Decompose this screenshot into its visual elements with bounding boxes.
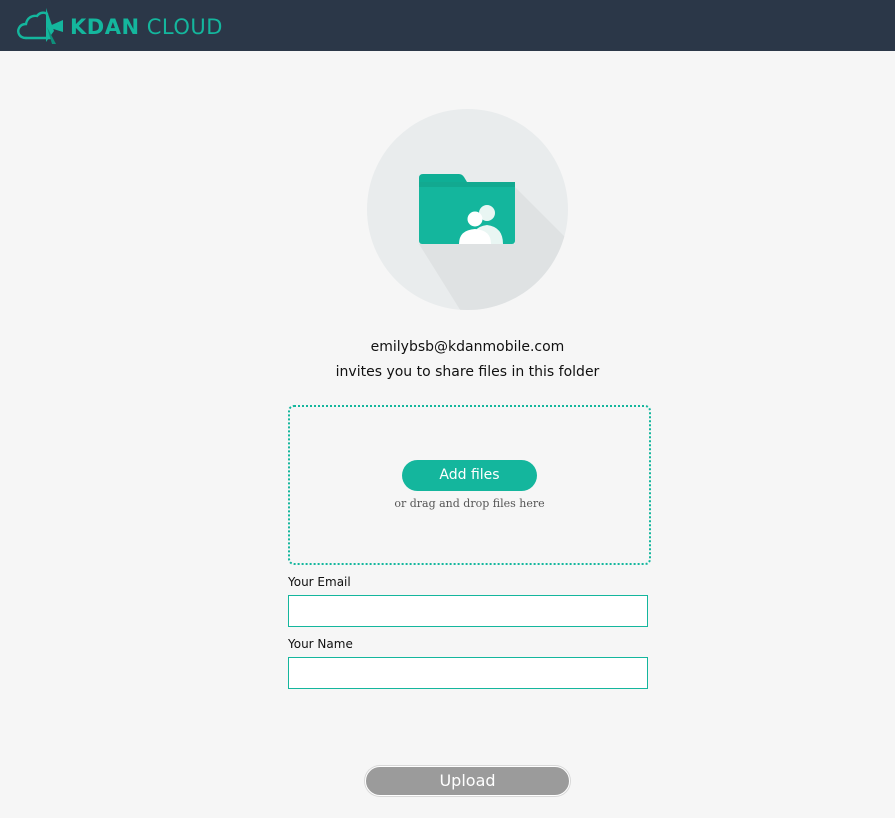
logo-name-light: CLOUD	[146, 15, 223, 39]
kdan-cloud-logo[interactable]: KDAN CLOUD	[16, 6, 223, 46]
upload-button[interactable]: Upload	[365, 766, 570, 796]
logo-name-bold: KDAN	[70, 15, 140, 39]
kdan-cloud-logo-icon	[16, 6, 64, 46]
shared-folder-illustration	[367, 109, 568, 310]
drag-drop-hint: or drag and drop files here	[394, 497, 545, 510]
sender-email: emilybsb@kdanmobile.com	[370, 339, 565, 355]
add-files-button[interactable]: Add files	[402, 460, 537, 491]
invite-message: invites you to share files in this folde…	[335, 364, 600, 380]
name-field[interactable]	[288, 657, 648, 689]
email-label: Your Email	[288, 575, 351, 589]
name-label: Your Name	[288, 637, 353, 651]
file-drop-zone[interactable]: Add files or drag and drop files here	[288, 405, 651, 565]
logo-wordmark: KDAN CLOUD	[70, 14, 223, 38]
email-field[interactable]	[288, 595, 648, 627]
top-bar: KDAN CLOUD	[0, 0, 895, 51]
